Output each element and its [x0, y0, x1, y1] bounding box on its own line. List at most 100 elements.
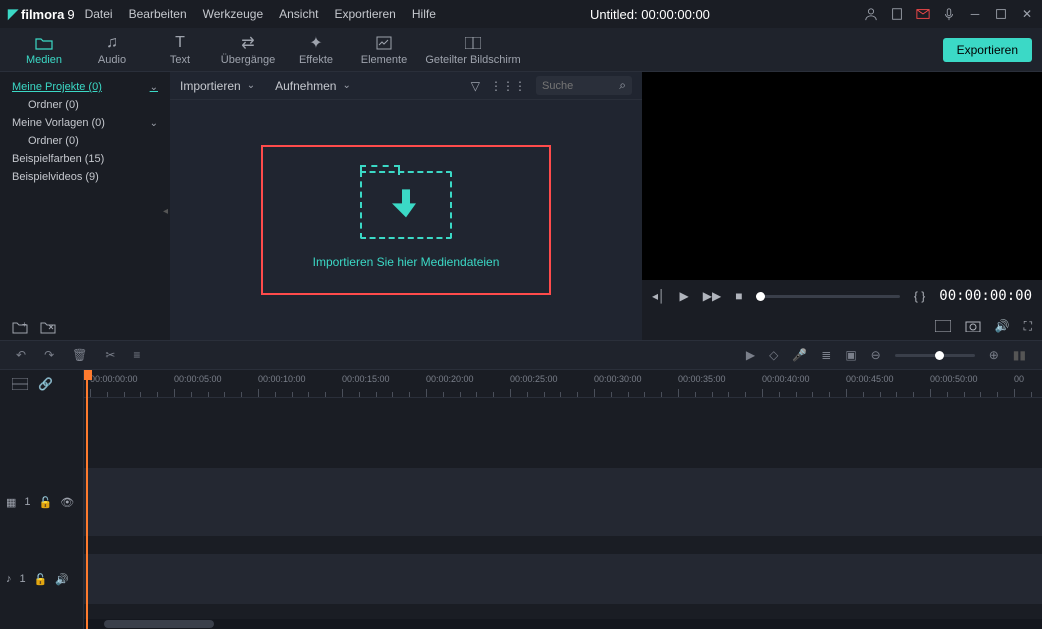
grid-view-icon[interactable]: ⋮⋮⋮	[490, 79, 526, 93]
timeline-view-button[interactable]: ▮▮	[1013, 348, 1026, 362]
mic-icon[interactable]	[942, 7, 956, 21]
tab-label: Übergänge	[221, 54, 275, 66]
timeline-ruler[interactable]: 00:00:00:0000:00:05:0000:00:10:0000:00:1…	[84, 370, 1042, 398]
mail-icon[interactable]	[916, 7, 930, 21]
fullscreen-icon[interactable]: ⛶	[1024, 319, 1032, 334]
delete-folder-icon[interactable]	[40, 320, 56, 334]
menu-werkzeuge[interactable]: Werkzeuge	[203, 7, 263, 21]
redo-button[interactable]: ↷	[44, 348, 54, 362]
zoom-out-button[interactable]: ⊖	[871, 348, 881, 362]
new-folder-icon[interactable]: +	[12, 320, 28, 334]
speaker-icon[interactable]: 🔊	[55, 573, 69, 586]
user-icon[interactable]	[864, 7, 878, 21]
import-dropzone[interactable]: Importieren Sie hier Mediendateien	[261, 145, 551, 295]
timeline-scrollbar[interactable]	[84, 619, 1042, 629]
sidebar-item-projects[interactable]: Meine Projekte (0)⌄	[0, 78, 170, 96]
filter-icon[interactable]: ▽	[471, 79, 480, 93]
sidebar-item-folder[interactable]: Ordner (0)	[0, 96, 170, 114]
media-panel: Importieren ⌄ Aufnehmen ⌄ ▽ ⋮⋮⋮ ⌕ Import…	[170, 72, 642, 340]
prev-frame-button[interactable]: ◂│	[652, 289, 666, 303]
close-button[interactable]: ✕	[1020, 7, 1034, 21]
lock-icon[interactable]: 🔓	[34, 573, 48, 586]
transition-icon: ⇄	[241, 34, 254, 52]
preview-panel: ◂│ ▶ ▶▶ ■ { } 00:00:00:00 🔊 ⛶	[642, 72, 1042, 340]
tab-medien[interactable]: Medien	[10, 28, 78, 72]
scrollbar-thumb[interactable]	[104, 620, 214, 628]
chevron-down-icon: ⌄	[150, 118, 158, 129]
snapshot-icon[interactable]	[965, 320, 981, 332]
tab-label: Effekte	[299, 54, 333, 66]
voiceover-button[interactable]: 🎤	[792, 348, 807, 362]
play-button[interactable]: ▶	[680, 289, 689, 303]
ruler-label: 00:00:40:00	[762, 374, 810, 384]
preview-slider[interactable]	[756, 295, 899, 298]
titlebar: ◤ filmora9 Datei Bearbeiten Werkzeuge An…	[0, 0, 1042, 28]
search-box[interactable]: ⌕	[536, 76, 632, 95]
ruler-label: 00:00:00:00	[90, 374, 138, 384]
tool-tabs: Medien ♫ Audio T Text ⇄ Übergänge ✦ Effe…	[10, 28, 528, 72]
tab-uebergaenge[interactable]: ⇄ Übergänge	[214, 28, 282, 72]
delete-button[interactable]: 🗑	[72, 348, 87, 362]
file-icon[interactable]	[890, 7, 904, 21]
playhead[interactable]	[86, 370, 88, 629]
folder-icon	[35, 34, 53, 52]
adjust-button[interactable]: ≡	[133, 348, 140, 362]
preview-timecode: 00:00:00:00	[939, 288, 1032, 304]
tab-elemente[interactable]: Elemente	[350, 28, 418, 72]
import-dropdown[interactable]: Importieren ⌄	[180, 79, 255, 93]
track-manager-icon[interactable]	[12, 378, 28, 390]
ruler-label: 00:00:35:00	[678, 374, 726, 384]
zoom-in-button[interactable]: ⊕	[989, 348, 999, 362]
crop-button[interactable]: ▣	[845, 348, 856, 362]
video-track[interactable]	[84, 468, 1042, 536]
next-frame-button[interactable]: ▶▶	[703, 289, 721, 303]
chevron-down-icon: ⌄	[247, 80, 255, 91]
sidebar-item-templates[interactable]: Meine Vorlagen (0)⌄	[0, 114, 170, 132]
menu-ansicht[interactable]: Ansicht	[279, 7, 318, 21]
svg-text:+: +	[22, 320, 27, 329]
elements-icon	[376, 34, 392, 52]
dropzone-area: Importieren Sie hier Mediendateien	[170, 100, 642, 340]
marker-braces[interactable]: { }	[914, 289, 925, 303]
timeline-tracks-area[interactable]: 00:00:00:0000:00:05:0000:00:10:0000:00:1…	[84, 370, 1042, 629]
search-input[interactable]	[542, 80, 619, 92]
split-button[interactable]: ✂	[105, 348, 115, 362]
render-button[interactable]: ▶	[746, 348, 755, 362]
record-label: Aufnehmen	[275, 79, 336, 93]
sidebar-item-colors[interactable]: Beispielfarben (15)	[0, 150, 170, 168]
marker-button[interactable]: ◇	[769, 348, 778, 362]
sidebar-collapse[interactable]: ◂	[163, 206, 168, 217]
maximize-button[interactable]	[994, 7, 1008, 21]
link-icon[interactable]: 🔗	[38, 377, 53, 391]
menu-datei[interactable]: Datei	[85, 7, 113, 21]
video-track-header[interactable]: ▦ 1 🔓 👁	[0, 468, 83, 536]
app-version: 9	[67, 7, 74, 22]
tab-audio[interactable]: ♫ Audio	[78, 28, 146, 72]
sidebar-item-folder[interactable]: Ordner (0)	[0, 132, 170, 150]
sidebar-label: Meine Projekte (0)	[12, 81, 102, 93]
eye-icon[interactable]: 👁	[60, 496, 74, 509]
tab-effekte[interactable]: ✦ Effekte	[282, 28, 350, 72]
lock-icon[interactable]: 🔓	[39, 496, 53, 509]
search-icon[interactable]: ⌕	[619, 78, 626, 93]
undo-button[interactable]: ↶	[16, 348, 26, 362]
audio-track-header[interactable]: ♪ 1 🔓 🔊	[0, 554, 83, 604]
sidebar-label: Beispielfarben (15)	[12, 153, 104, 165]
minimize-button[interactable]: ─	[968, 7, 982, 21]
preview-video[interactable]	[642, 72, 1042, 280]
stop-button[interactable]: ■	[735, 289, 742, 303]
menu-hilfe[interactable]: Hilfe	[412, 7, 436, 21]
folder-dashed-icon	[360, 171, 452, 239]
audio-track[interactable]	[84, 554, 1042, 604]
sidebar-item-videos[interactable]: Beispielvideos (9)	[0, 168, 170, 186]
menu-exportieren[interactable]: Exportieren	[334, 7, 395, 21]
mixer-button[interactable]: ≣	[821, 348, 831, 362]
menu-bearbeiten[interactable]: Bearbeiten	[129, 7, 187, 21]
zoom-slider[interactable]	[895, 354, 975, 357]
export-button[interactable]: Exportieren	[943, 38, 1032, 62]
volume-icon[interactable]: 🔊	[995, 319, 1010, 333]
record-dropdown[interactable]: Aufnehmen ⌄	[275, 79, 351, 93]
tab-splitscreen[interactable]: Geteilter Bildschirm	[418, 28, 528, 72]
quality-icon[interactable]	[935, 320, 951, 332]
tab-text[interactable]: T Text	[146, 28, 214, 72]
